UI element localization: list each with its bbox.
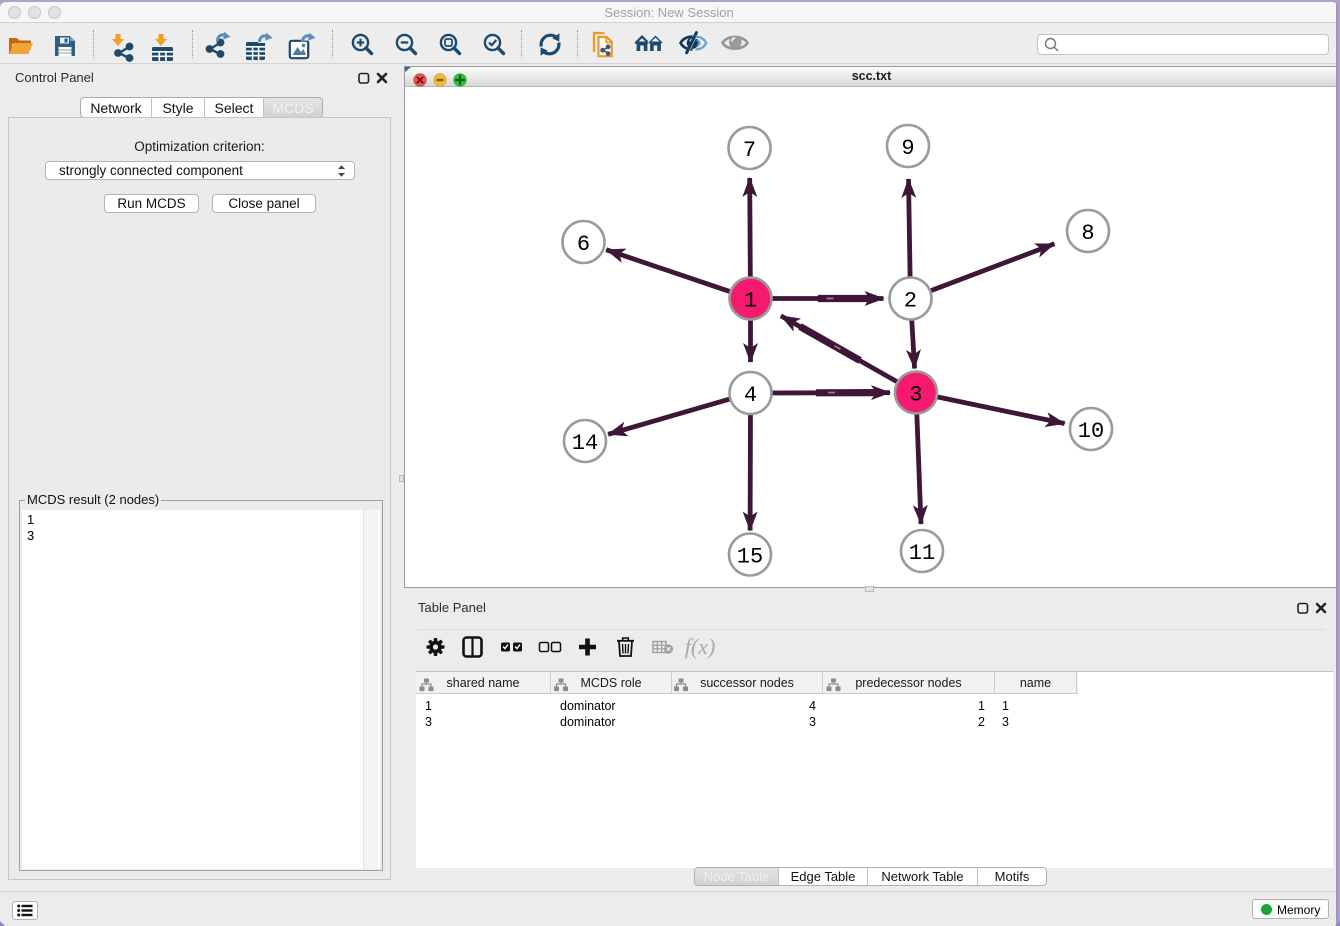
svg-text:1: 1 [744, 289, 757, 314]
svg-text:11: 11 [909, 541, 935, 566]
svg-text:f(x): f(x) [685, 634, 716, 659]
svg-text:4: 4 [744, 383, 757, 408]
svg-text:6: 6 [577, 232, 590, 257]
svg-text:8: 8 [1081, 221, 1094, 246]
svg-text:14: 14 [572, 431, 598, 456]
svg-text:3: 3 [909, 383, 922, 408]
svg-text:2: 2 [904, 289, 917, 314]
svg-text:10: 10 [1078, 419, 1104, 444]
svg-text:9: 9 [901, 136, 914, 161]
svg-text:7: 7 [743, 138, 756, 163]
svg-text:15: 15 [737, 545, 763, 570]
